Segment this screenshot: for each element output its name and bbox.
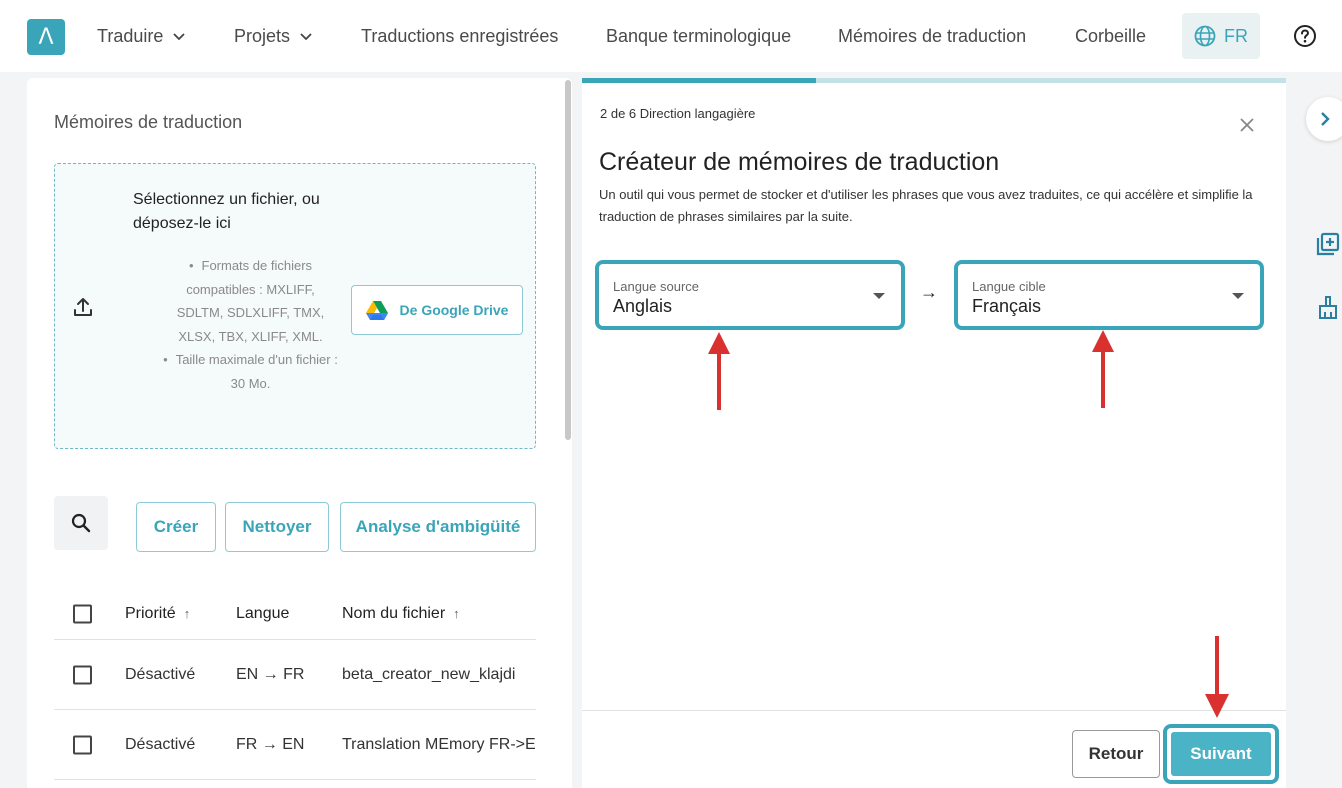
dialog-title: Créateur de mémoires de traduction — [599, 148, 1000, 176]
file-dropzone[interactable]: Sélectionnez un fichier, ou déposez-le i… — [54, 163, 536, 449]
supported-formats-item: • Formats de fichiers compatibles : MXLIF… — [176, 258, 325, 344]
row-language: EN → FR — [236, 665, 305, 683]
help-circle-icon[interactable] — [1293, 24, 1317, 48]
cleaning-brush-icon[interactable] — [1316, 296, 1340, 320]
ambiguity-analysis-button[interactable]: Analyse d'ambigüité — [340, 502, 536, 552]
nav-projets-label: Projets — [234, 26, 291, 46]
create-button[interactable]: Créer — [136, 502, 216, 552]
row-filename: beta_creator_new_klajdi — [342, 665, 516, 683]
dialog-footer-divider — [582, 710, 1286, 711]
google-drive-label: De Google Drive — [399, 302, 509, 318]
source-language-value: Anglais — [613, 296, 673, 316]
panel-title: Mémoires de traduction — [54, 112, 243, 132]
language-switcher[interactable]: FR — [1182, 13, 1260, 59]
sort-ascending-icon: ↑ — [183, 605, 191, 621]
dropdown-caret-icon — [1232, 293, 1244, 299]
target-language-label: Langue cible — [972, 279, 1046, 294]
sort-ascending-icon: ↑ — [453, 605, 460, 621]
nav-translation-memories[interactable]: Mémoires de traduction — [838, 26, 1026, 47]
nav-trash[interactable]: Corbeille — [1075, 26, 1146, 47]
google-drive-button[interactable]: De Google Drive — [351, 285, 523, 335]
expand-sidebar-button[interactable] — [1306, 97, 1342, 141]
target-language-value: Français — [972, 296, 1042, 316]
annotation-arrow-up-icon — [1092, 330, 1114, 408]
clean-button[interactable]: Nettoyer — [225, 502, 329, 552]
close-icon[interactable] — [1238, 116, 1256, 134]
table-header-row: Priorité ↑ Langue Nom du fichier ↑ — [54, 588, 536, 640]
nav-projets[interactable]: Projets — [234, 26, 312, 47]
source-language-select[interactable]: Langue source Anglais — [595, 260, 905, 330]
globe-icon — [1194, 25, 1216, 47]
tm-creator-dialog: 2 de 6 Direction langagière Créateur de … — [582, 78, 1286, 788]
direction-arrow-icon: → — [920, 282, 938, 302]
max-size-text: Taille maximale d'un fichier : 30 Mo. — [175, 352, 338, 391]
nav-saved-translations[interactable]: Traductions enregistrées — [361, 26, 558, 47]
source-language-label: Langue source — [613, 279, 700, 294]
nav-term-bank[interactable]: Banque terminologique — [606, 26, 791, 47]
chevron-right-icon — [1321, 112, 1330, 126]
back-button[interactable]: Retour — [1072, 730, 1160, 778]
select-all-checkbox[interactable] — [73, 604, 92, 623]
row-language: FR → EN — [236, 735, 305, 753]
max-size-item: • Taille maximale d'un fichier : 30 Mo. — [163, 352, 338, 391]
left-panel-scrollbar[interactable] — [565, 80, 571, 440]
next-button[interactable]: Suivant — [1171, 732, 1271, 776]
row-priority: Désactivé — [125, 665, 196, 683]
language-label: FR — [1224, 25, 1248, 46]
filename-column-header[interactable]: Nom du fichier ↑ — [342, 605, 460, 623]
row-checkbox[interactable] — [73, 735, 92, 754]
add-library-icon[interactable] — [1316, 232, 1340, 256]
search-button[interactable] — [54, 496, 108, 550]
annotation-arrow-up-icon — [708, 332, 730, 410]
step-progress-fill — [582, 78, 817, 83]
dialog-description: Un outil qui vous permet de stocker et d… — [599, 187, 1253, 224]
chevron-down-icon — [173, 29, 185, 44]
google-drive-icon — [365, 300, 388, 320]
dropzone-requirements: • Formats de fichiers compatibles : MXLIF… — [163, 254, 338, 395]
annotation-arrow-down-icon — [1205, 636, 1229, 718]
row-priority: Désactivé — [125, 735, 196, 753]
target-language-select[interactable]: Langue cible Français — [954, 260, 1264, 330]
priority-header-label: Priorité — [125, 604, 176, 622]
table-row[interactable]: Désactivé EN → FR beta_creator_new_klajd… — [54, 640, 536, 710]
app-logo[interactable]: Λ — [27, 19, 65, 55]
chevron-down-icon — [300, 29, 312, 44]
memories-table: Priorité ↑ Langue Nom du fichier ↑ Désacti… — [54, 588, 536, 780]
dropzone-title: Sélectionnez un fichier, ou déposez-le i… — [133, 191, 320, 232]
supported-formats-text: Formats de fichiers compatibles : MXLIFF… — [176, 258, 325, 344]
dropdown-caret-icon — [873, 293, 885, 299]
translation-memories-panel: Mémoires de traduction Sélectionnez un f… — [27, 78, 572, 788]
language-column-header: Langue — [236, 604, 290, 622]
filename-header-label: Nom du fichier — [342, 604, 446, 622]
step-indicator: 2 de 6 Direction langagière — [600, 106, 756, 121]
next-button-highlight: Suivant — [1163, 724, 1279, 784]
top-navigation-bar: Λ Traduire Projets Traductions enregistr… — [0, 0, 1342, 72]
row-filename: Translation MEmory FR->E — [342, 735, 536, 753]
nav-traduire-label: Traduire — [97, 26, 164, 46]
step-progress-bar — [582, 78, 1286, 83]
nav-traduire[interactable]: Traduire — [97, 26, 185, 47]
table-row[interactable]: Désactivé FR → EN Translation MEmory FR-… — [54, 710, 536, 780]
search-icon — [71, 513, 91, 533]
priority-column-header[interactable]: Priorité ↑ — [125, 605, 190, 623]
upload-icon — [74, 298, 92, 316]
row-checkbox[interactable] — [73, 665, 92, 684]
